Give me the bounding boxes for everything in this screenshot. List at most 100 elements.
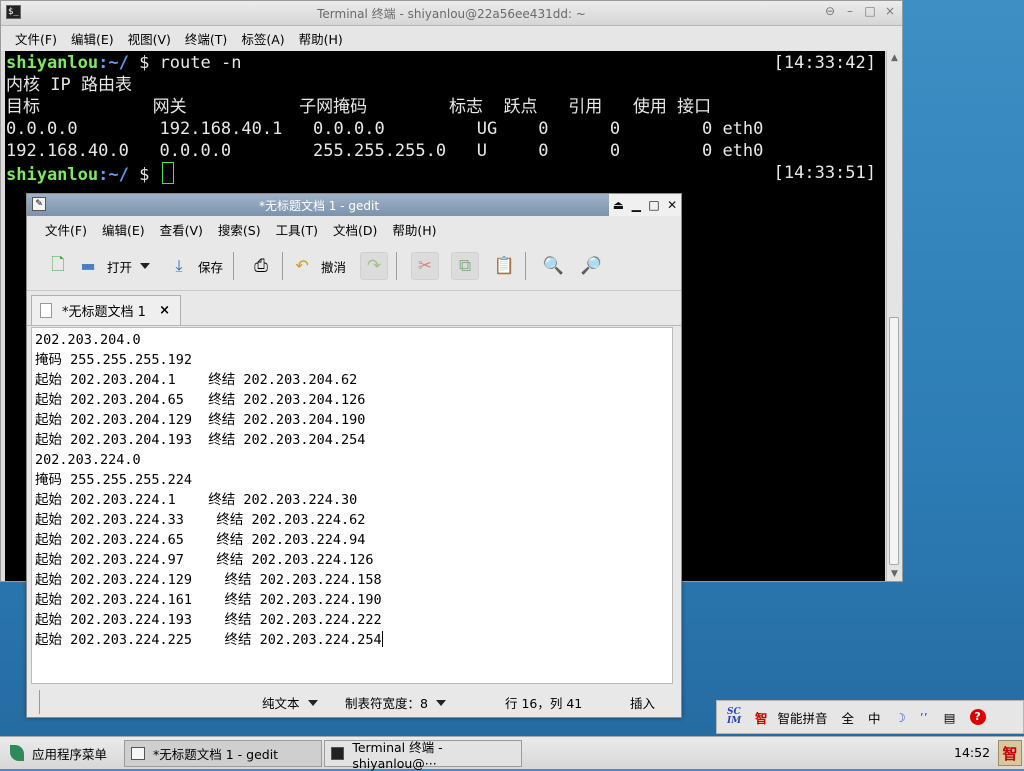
scroll-up-icon[interactable]: ▲ <box>887 51 902 65</box>
text-line: 起始 202.203.224.97 终结 202.203.224.126 <box>35 552 374 568</box>
open-dropdown-icon[interactable] <box>140 263 151 269</box>
shade-icon[interactable]: ⊖ <box>824 4 836 18</box>
maximize-icon[interactable]: □ <box>648 198 659 212</box>
minimize-icon[interactable]: ▁ <box>632 198 641 212</box>
syntax-selector[interactable]: 纯文本 <box>262 693 318 712</box>
find-button[interactable]: 🔍 <box>540 253 566 279</box>
app-menu-label: 应用程序菜单 <box>32 746 108 762</box>
syntax-label: 纯文本 <box>262 696 300 711</box>
menu-edit[interactable]: 编辑(E) <box>71 29 114 48</box>
toolbar-separator <box>233 252 235 280</box>
gedit-menubar: 文件(F) 编辑(E) 查看(V) 搜索(S) 工具(T) 文档(D) 帮助(H… <box>27 216 681 242</box>
gedit-window[interactable]: ✎ *无标题文档 1 - gedit ⏏ ▁ □ ✕ 文件(F) 编辑(E) 查… <box>26 193 682 718</box>
command-line: shiyanlou:~/ $ route -n <box>6 52 241 74</box>
tab-width-dropdown-icon <box>435 700 446 706</box>
scroll-down-icon[interactable]: ▼ <box>887 567 902 581</box>
keyboard-icon[interactable]: ▤ <box>944 710 956 725</box>
undo-icon: ↶ <box>295 256 309 275</box>
replace-button[interactable]: 🔎 <box>578 253 604 279</box>
terminal-task-icon <box>331 747 345 760</box>
prompt-user: shiyanlou <box>6 53 99 73</box>
new-document-button[interactable]: 🗋 <box>45 253 71 279</box>
timestamp: [14:33:42] <box>773 53 876 73</box>
menu-documents[interactable]: 文档(D) <box>333 220 377 239</box>
close-tab-icon[interactable]: × <box>159 303 170 318</box>
menu-file[interactable]: 文件(F) <box>15 29 57 48</box>
text-editor[interactable]: 202.203.204.0 掩码 255.255.255.192 起始 202.… <box>31 327 673 684</box>
open-button[interactable]: ▬ 打开 <box>77 248 151 284</box>
help-icon[interactable]: ? <box>969 709 986 725</box>
save-button[interactable]: ⤓ 保存 <box>168 248 223 284</box>
minimize-icon[interactable]: – <box>844 4 856 18</box>
cut-button[interactable]: ✂ <box>411 252 440 280</box>
menu-edit[interactable]: 编辑(E) <box>102 220 145 239</box>
text-line: 起始 202.203.224.193 终结 202.203.224.222 <box>35 612 382 628</box>
new-document-icon: 🗋 <box>51 254 65 275</box>
prompt-line: shiyanlou:~/ $ <box>6 162 174 186</box>
menu-tabs[interactable]: 标签(A) <box>241 29 284 48</box>
close-icon[interactable]: × <box>884 4 896 18</box>
ime-toolbar[interactable]: SC IM 智 智能拼音 全 中 ☽ ’’ ▤ ? <box>716 700 1024 734</box>
menu-file[interactable]: 文件(F) <box>45 220 87 239</box>
taskbar-item-gedit[interactable]: *无标题文档 1 - gedit <box>124 740 322 767</box>
terminal-scrollbar[interactable]: ▲ ▼ <box>886 51 902 581</box>
open-label: 打开 <box>107 259 133 275</box>
maximize-icon[interactable]: □ <box>864 4 876 18</box>
punctuation-icon[interactable]: ’’ <box>920 710 928 725</box>
redo-button[interactable]: ↷ <box>360 252 389 280</box>
ime-name[interactable]: 智能拼音 <box>778 708 828 727</box>
menu-tools[interactable]: 工具(T) <box>276 220 318 239</box>
save-label: 保存 <box>198 259 224 275</box>
input-method-tray-icon[interactable]: 智 <box>998 740 1022 766</box>
route-row: 192.168.40.0 0.0.0.0 255.255.255.0 U 0 0… <box>6 141 764 161</box>
folder-icon: ▬ <box>80 256 96 275</box>
ime-fullwidth[interactable]: 全 <box>842 708 855 727</box>
task-label: Terminal 终端 - shiyanlou@··· <box>352 739 443 771</box>
tab-label: *无标题文档 1 <box>62 305 146 320</box>
tab-width-selector[interactable]: 制表符宽度：8 <box>345 693 446 712</box>
ime-chinese-mode[interactable]: 中 <box>868 708 881 727</box>
menu-help[interactable]: 帮助(H) <box>299 29 343 48</box>
scroll-thumb[interactable] <box>889 317 899 565</box>
undo-button[interactable]: ↶ 撤消 <box>291 248 346 284</box>
syntax-dropdown-icon <box>307 700 318 706</box>
statusbar-divider <box>39 689 40 714</box>
gedit-statusbar: 纯文本 制表符宽度：8 行 16，列 41 插入 <box>27 686 681 717</box>
menu-terminal[interactable]: 终端(T) <box>185 29 227 48</box>
moon-icon[interactable]: ☽ <box>895 710 906 725</box>
text-line: 起始 202.203.224.33 终结 202.203.224.62 <box>35 512 366 528</box>
cursor-position: 行 16，列 41 <box>505 696 583 711</box>
applications-menu-button[interactable]: 应用程序菜单 <box>10 744 120 763</box>
document-tab[interactable]: *无标题文档 1 × <box>31 295 181 325</box>
menu-search[interactable]: 搜索(S) <box>218 220 261 239</box>
paste-button[interactable]: 📋 <box>491 253 517 279</box>
prompt-sign: $ <box>128 53 150 73</box>
gedit-titlebar[interactable]: ✎ *无标题文档 1 - gedit ⏏ ▁ □ ✕ <box>27 194 681 216</box>
terminal-menubar: 文件(F) 编辑(E) 视图(V) 终端(T) 标签(A) 帮助(H) <box>1 26 902 51</box>
editor-lines: 202.203.204.0 掩码 255.255.255.192 起始 202.… <box>35 330 383 650</box>
insert-mode: 插入 <box>630 696 656 711</box>
ime-engine-icon[interactable]: 智 <box>755 708 768 727</box>
shade-icon[interactable]: ⏏ <box>613 198 624 212</box>
taskbar-item-terminal[interactable]: Terminal 终端 - shiyanlou@··· <box>324 740 522 771</box>
copy-button[interactable]: ⧉ <box>451 252 480 280</box>
close-icon[interactable]: ✕ <box>667 198 677 212</box>
menu-view[interactable]: 视图(V) <box>128 29 171 48</box>
menu-help[interactable]: 帮助(H) <box>392 220 436 239</box>
toolbar-separator <box>525 252 527 280</box>
current-line-text: 起始 202.203.224.225 终结 202.203.224.254 <box>35 632 382 648</box>
terminal-titlebar[interactable]: $_ Terminal 终端 - shiyanlou@22a56ee431dd:… <box>1 1 902 26</box>
tab-width-label: 制表符宽度：8 <box>345 696 428 711</box>
print-button[interactable]: ⎙ <box>248 253 274 279</box>
redo-icon: ↷ <box>366 256 382 276</box>
save-icon: ⤓ <box>175 256 183 275</box>
print-icon: ⎙ <box>254 256 268 276</box>
route-row: 0.0.0.0 192.168.40.1 0.0.0.0 UG 0 0 0 et… <box>6 119 764 139</box>
clipboard-icon: 📋 <box>493 256 515 276</box>
menu-view[interactable]: 查看(V) <box>160 220 203 239</box>
prompt-path: :~/ <box>98 165 129 185</box>
clock[interactable]: 14:52 <box>954 745 990 760</box>
route-title: 内核 IP 路由表 <box>6 75 132 95</box>
prompt-user: shiyanlou <box>6 165 99 185</box>
scim-logo-icon[interactable]: SC IM <box>727 708 745 726</box>
